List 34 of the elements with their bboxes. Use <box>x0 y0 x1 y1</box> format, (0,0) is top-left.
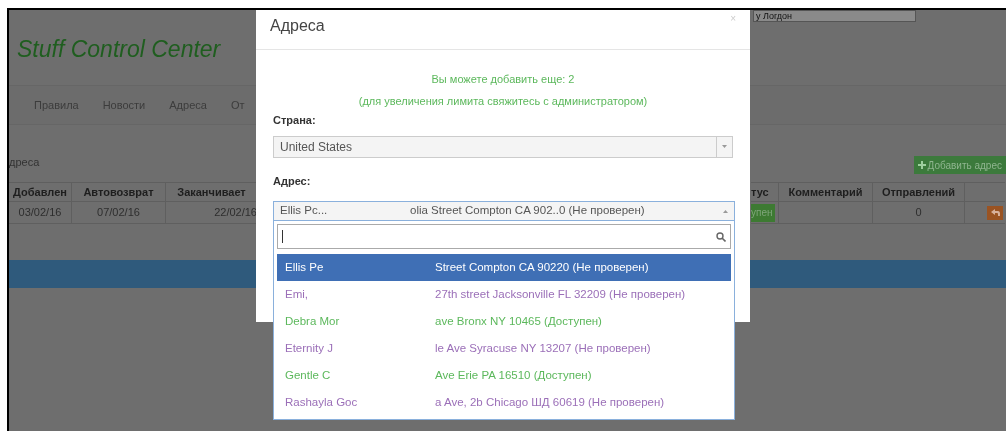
field-label: Страна: <box>273 113 317 128</box>
modal-title: Адреса <box>270 16 325 36</box>
address-option[interactable]: Gentle C Ave Erie PA 16510 (Доступен) <box>277 362 731 389</box>
app-title: Stuff Control Center <box>17 35 221 64</box>
table-cell: 03/02/16 <box>9 202 72 223</box>
address-option[interactable]: Eternity J le Ave Syracuse NY 13207 (Не проверен) <box>277 335 731 362</box>
table-cell: 0 <box>873 202 965 223</box>
reply-icon <box>990 209 1000 216</box>
limit-notice: Вы можете добавить еще: 2 <box>431 72 575 87</box>
status-badge: упен <box>751 203 775 222</box>
plus-icon <box>917 161 926 169</box>
add-address-button[interactable]: Добавить адрес <box>913 156 1006 174</box>
column-header: Отправлений <box>873 183 965 201</box>
country-select[interactable]: United States <box>273 135 733 158</box>
caret-down-icon <box>722 145 727 148</box>
address-option[interactable]: Emi, 27th street Jacksonville FL 32209 (Не проверен) <box>277 281 731 308</box>
column-header: Автовозврат <box>72 183 166 201</box>
caret-up-icon <box>723 209 728 213</box>
field-label: Адрес: <box>273 173 312 189</box>
section-title: дреса <box>9 154 40 170</box>
column-header: Комментарий <box>779 183 873 201</box>
address-option[interactable]: Rashayla Goc a Ave, 2b Chicago ШД 60619 (Не проверен) <box>277 389 731 416</box>
user-field[interactable]: у Логдон <box>753 10 916 22</box>
return-button[interactable] <box>987 205 1003 220</box>
search-field[interactable] <box>277 224 731 249</box>
limit-hint: (для увеличения лимита свяжитесь с администратором) <box>358 93 648 109</box>
address-option[interactable]: Ellis Pe Street Compton CA 90220 (Не проверен) <box>277 254 731 281</box>
search-icon <box>716 231 726 242</box>
column-header: Добавлен <box>9 183 72 201</box>
close-button[interactable]: × <box>730 14 736 24</box>
address-option[interactable]: Debra Mor ave Bronx NY 10465 (Доступен) <box>277 308 731 335</box>
address-select[interactable]: Ellis Pc... olia Street Compton CA 902..0 (Не проверен) <box>273 201 735 221</box>
column-header: тус <box>751 183 779 201</box>
table-cell: 07/02/16 <box>72 202 166 223</box>
